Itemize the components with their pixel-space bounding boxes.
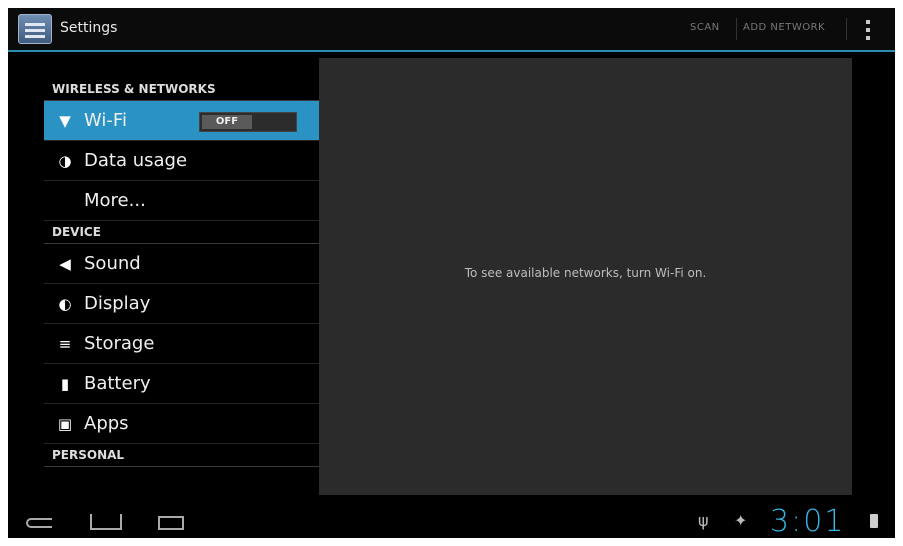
settings-item-display[interactable]: ◐ Display: [44, 284, 319, 324]
settings-item-data-usage[interactable]: ◑ Data usage: [44, 141, 319, 181]
android-debug-icon: ✦: [734, 511, 748, 530]
add-network-button[interactable]: ADD NETWORK: [743, 22, 825, 33]
sound-icon: ◀: [59, 255, 71, 273]
app-title: Settings: [60, 20, 118, 36]
settings-item-label: Apps: [84, 413, 129, 434]
settings-item-label: Display: [84, 293, 151, 314]
data-usage-icon: ◑: [58, 152, 72, 170]
clock[interactable]: 3:01: [770, 504, 845, 538]
wifi-toggle[interactable]: OFF: [199, 112, 297, 132]
recent-apps-icon[interactable]: [158, 516, 184, 530]
settings-item-battery[interactable]: ▮ Battery: [44, 364, 319, 404]
scan-button[interactable]: SCAN: [690, 22, 720, 33]
overflow-menu-icon[interactable]: [866, 20, 870, 40]
settings-item-label: More...: [84, 190, 146, 211]
toggle-state-off: OFF: [202, 115, 252, 129]
wifi-icon: ▼: [59, 112, 71, 130]
display-icon: ◐: [58, 295, 72, 313]
section-header-device: DEVICE: [44, 221, 319, 244]
tablet-screen: Settings SCAN ADD NETWORK WIRELESS & NET…: [8, 8, 895, 538]
apps-icon: ▣: [57, 415, 73, 433]
detail-pane: To see available networks, turn Wi-Fi on…: [319, 58, 852, 495]
storage-icon: ≡: [58, 335, 72, 353]
usb-icon: ψ: [698, 511, 709, 530]
settings-item-label: Wi-Fi: [84, 110, 127, 131]
settings-item-label: Sound: [84, 253, 141, 274]
settings-item-sound[interactable]: ◀ Sound: [44, 244, 319, 284]
battery-icon: ▮: [60, 375, 70, 393]
back-icon[interactable]: [26, 518, 52, 528]
settings-item-wifi[interactable]: ▼ Wi-Fi OFF: [44, 101, 319, 141]
section-header-wireless: WIRELESS & NETWORKS: [44, 78, 319, 101]
wifi-off-message: To see available networks, turn Wi-Fi on…: [464, 266, 707, 280]
battery-status-icon: [870, 514, 878, 528]
system-bar: ψ ✦ 3:01: [8, 504, 895, 538]
settings-app-icon[interactable]: [18, 14, 52, 44]
action-divider: [736, 18, 737, 40]
settings-item-label: Data usage: [84, 150, 188, 171]
settings-list: WIRELESS & NETWORKS ▼ Wi-Fi OFF ◑ Data u…: [44, 78, 319, 467]
action-bar: Settings SCAN ADD NETWORK: [8, 8, 895, 52]
settings-item-more[interactable]: More...: [44, 181, 319, 221]
settings-item-storage[interactable]: ≡ Storage: [44, 324, 319, 364]
action-divider: [846, 18, 847, 40]
section-header-personal: PERSONAL: [44, 444, 319, 467]
home-icon[interactable]: [90, 514, 122, 530]
settings-item-label: Storage: [84, 333, 155, 354]
settings-item-apps[interactable]: ▣ Apps: [44, 404, 319, 444]
settings-item-label: Battery: [84, 373, 151, 394]
